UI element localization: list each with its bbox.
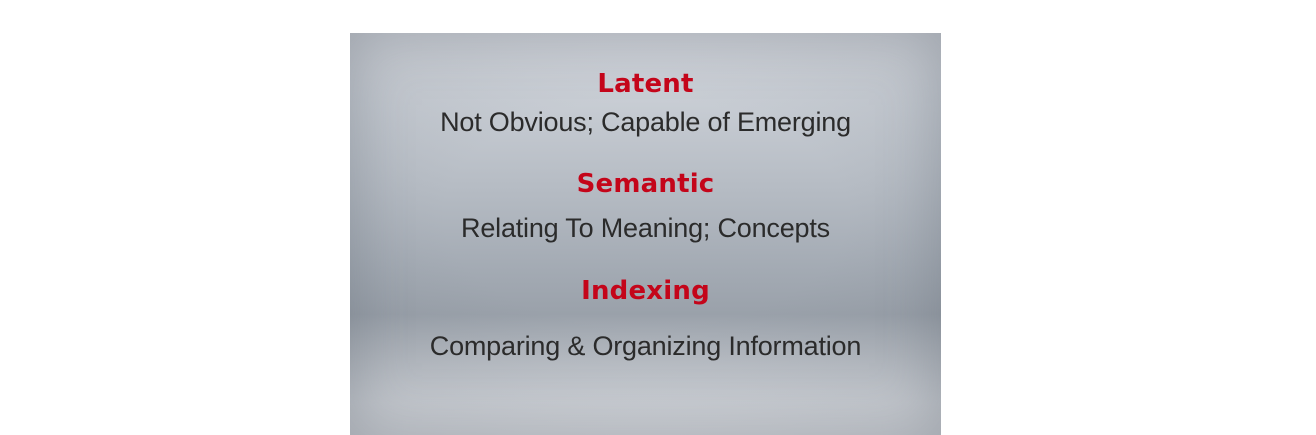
term-indexing: Indexing: [581, 276, 710, 306]
term-latent: Latent: [597, 69, 694, 99]
description-indexing: Comparing & Organizing Information: [429, 331, 862, 361]
presentation-slide: Latent Not Obvious; Capable of Emerging …: [350, 33, 941, 435]
term-semantic: Semantic: [576, 169, 715, 199]
description-latent: Not Obvious; Capable of Emerging: [440, 107, 851, 137]
description-semantic: Relating To Meaning; Concepts: [461, 213, 830, 243]
page-canvas: Latent Not Obvious; Capable of Emerging …: [0, 0, 1316, 435]
